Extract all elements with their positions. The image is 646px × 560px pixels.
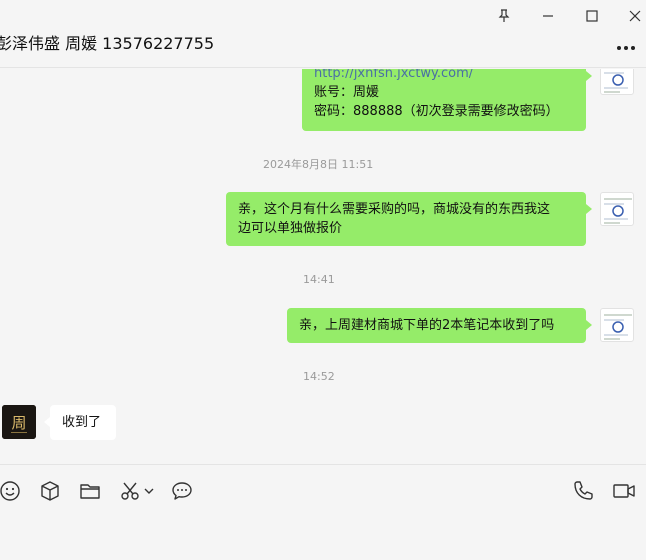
pin-icon[interactable]: [491, 4, 517, 28]
message-line: 亲，这个月有什么需要采购的吗，商城没有的东西我这: [238, 202, 551, 217]
contact-avatar[interactable]: 周: [2, 405, 36, 439]
link-url[interactable]: http://jxnfsn.jxctwy.com/: [314, 69, 574, 83]
message-bubble-account-info[interactable]: http://jxnfsn.jxctwy.com/ 账号：周媛 密码：88888…: [302, 69, 592, 131]
message-line: 账号：周媛: [314, 85, 380, 100]
message-line: 收到了: [62, 415, 102, 430]
message-bubble-purchase-inquiry[interactable]: 亲，这个月有什么需要采购的吗，商城没有的东西我这 边可以单独做报价: [226, 192, 592, 246]
input-toolbar: [0, 464, 646, 560]
timestamp: 2024年8月8日 11:51: [263, 158, 374, 171]
minimize-icon[interactable]: [535, 4, 561, 28]
folder-icon[interactable]: [78, 479, 102, 503]
my-avatar[interactable]: [600, 308, 634, 342]
message-line: 亲，上周建材商城下单的2本笔记本收到了吗: [299, 318, 555, 333]
emoji-icon[interactable]: [0, 479, 22, 503]
message-bubble-received[interactable]: 收到了: [44, 405, 116, 440]
maximize-icon[interactable]: [579, 4, 605, 28]
chat-bubble-icon[interactable]: [170, 479, 194, 503]
chevron-down-icon[interactable]: [142, 479, 156, 503]
timestamp: 14:52: [303, 370, 335, 383]
message-line: 密码：888888（初次登录需要修改密码）: [314, 104, 559, 119]
message-bubble-notebook-question[interactable]: 亲，上周建材商城下单的2本笔记本收到了吗: [287, 308, 592, 343]
phone-icon[interactable]: [571, 479, 595, 503]
chat-title: 彭泽伟盛 周媛 13576227755: [0, 34, 215, 53]
close-icon[interactable]: [622, 4, 646, 28]
scissors-icon[interactable]: [118, 479, 142, 503]
message-list[interactable]: http://jxnfsn.jxctwy.com/ 账号：周媛 密码：88888…: [0, 69, 646, 464]
timestamp: 14:41: [303, 273, 335, 286]
avatar-glyph: 周: [11, 414, 26, 432]
my-avatar[interactable]: [600, 192, 634, 226]
video-call-icon[interactable]: [612, 479, 636, 503]
message-line: 边可以单独做报价: [238, 221, 343, 236]
title-bar: 彭泽伟盛 周媛 13576227755: [0, 0, 646, 68]
package-icon[interactable]: [38, 479, 62, 503]
more-options-icon[interactable]: [614, 38, 638, 58]
my-avatar[interactable]: [600, 69, 634, 95]
